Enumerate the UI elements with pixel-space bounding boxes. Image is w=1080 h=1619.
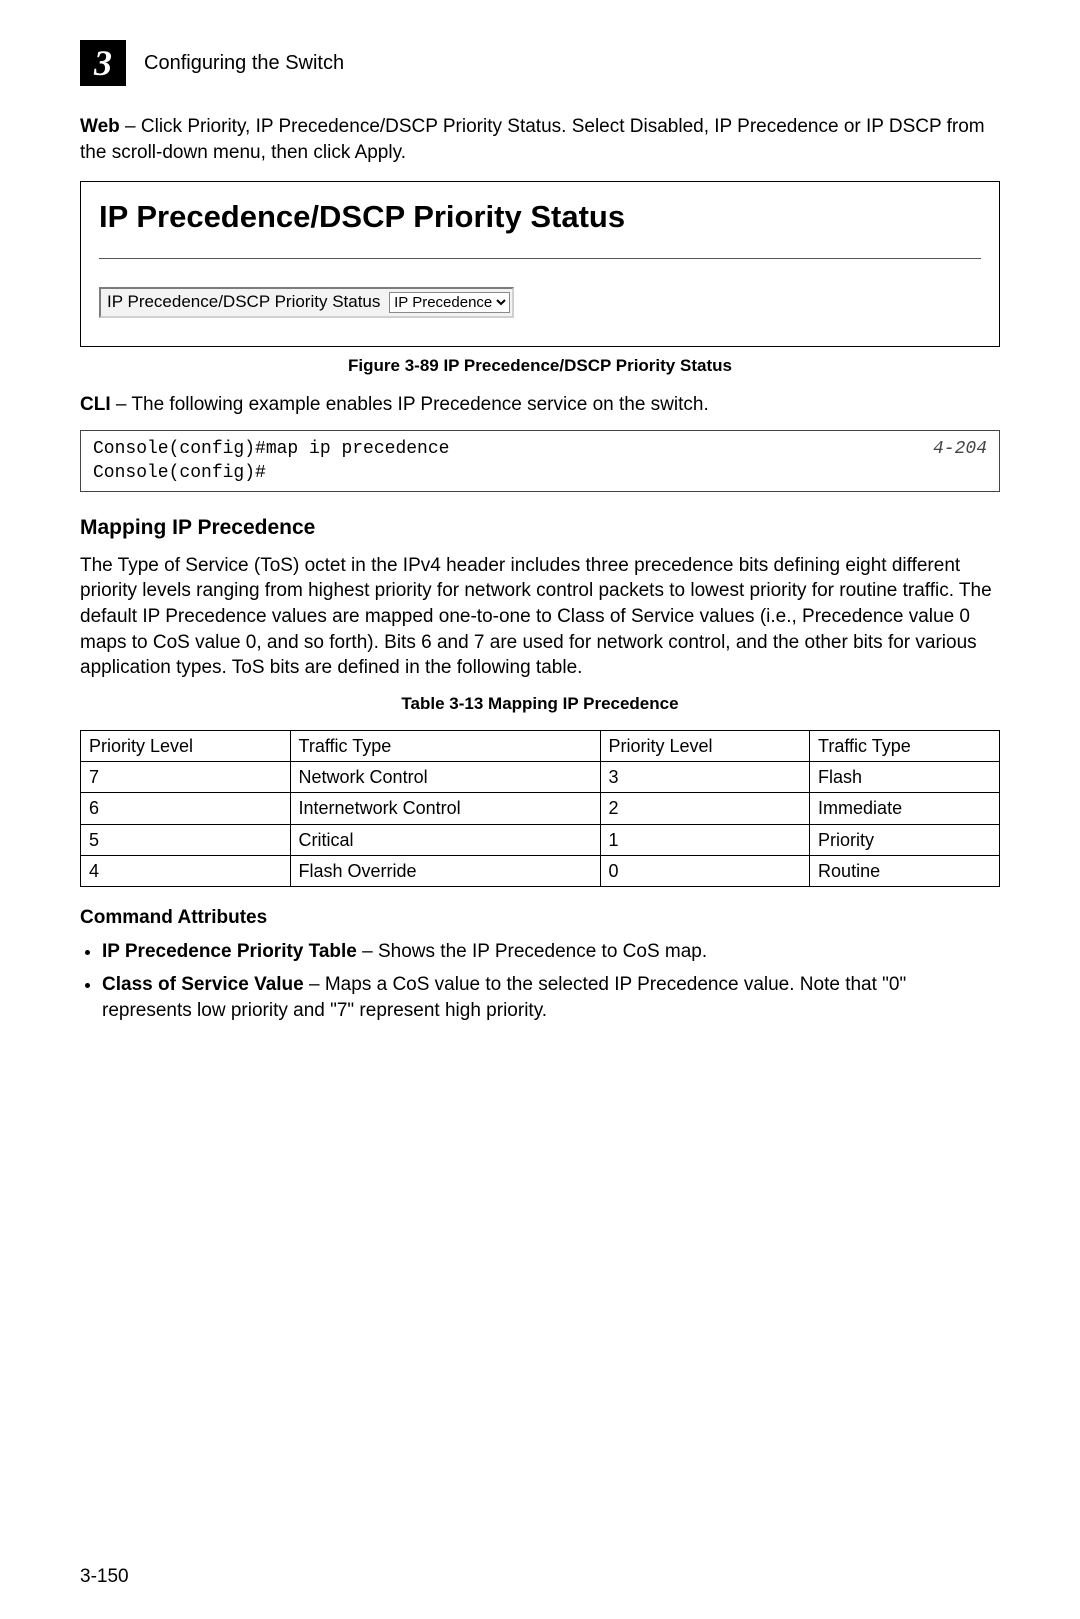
chapter-number-badge: 3: [80, 40, 126, 86]
table-cell: 3: [600, 762, 810, 793]
bullet-body: – Shows the IP Precedence to CoS map.: [357, 941, 707, 962]
page-header: 3 Configuring the Switch: [80, 40, 1000, 86]
table-cell: 2: [600, 793, 810, 824]
command-attributes-list: IP Precedence Priority Table – Shows the…: [102, 939, 1000, 1024]
list-item: Class of Service Value – Maps a CoS valu…: [102, 972, 1000, 1023]
web-lead: Web: [80, 116, 120, 137]
table-header-cell: Priority Level: [600, 730, 810, 761]
table-row: 6Internetwork Control2Immediate: [81, 793, 1000, 824]
table-cell: Network Control: [290, 762, 600, 793]
cli-ref: 4-204: [933, 437, 987, 486]
cli-intro-paragraph: CLI – The following example enables IP P…: [80, 392, 1000, 418]
table-cell: Internetwork Control: [290, 793, 600, 824]
figure-caption: Figure 3-89 IP Precedence/DSCP Priority …: [80, 355, 1000, 378]
command-attributes-title: Command Attributes: [80, 905, 1000, 931]
table-cell: Routine: [810, 855, 1000, 886]
status-widget: IP Precedence/DSCP Priority Status Disab…: [99, 287, 514, 318]
screenshot-frame: IP Precedence/DSCP Priority Status IP Pr…: [80, 181, 1000, 347]
table-header-row: Priority LevelTraffic TypePriority Level…: [81, 730, 1000, 761]
list-item: IP Precedence Priority Table – Shows the…: [102, 939, 1000, 965]
cli-lines: Console(config)#map ip precedence Consol…: [93, 437, 449, 486]
table-header-cell: Traffic Type: [810, 730, 1000, 761]
table-cell: 1: [600, 824, 810, 855]
table-cell: 5: [81, 824, 291, 855]
cli-lead: CLI: [80, 394, 111, 415]
table-caption: Table 3-13 Mapping IP Precedence: [80, 693, 1000, 716]
screenshot-title: IP Precedence/DSCP Priority Status: [99, 196, 981, 238]
table-cell: 6: [81, 793, 291, 824]
table-header-cell: Priority Level: [81, 730, 291, 761]
table-cell: Critical: [290, 824, 600, 855]
page-number: 3-150: [80, 1564, 1000, 1590]
table-cell: Flash Override: [290, 855, 600, 886]
table-row: 4Flash Override0Routine: [81, 855, 1000, 886]
precedence-table: Priority LevelTraffic TypePriority Level…: [80, 730, 1000, 887]
table-cell: 4: [81, 855, 291, 886]
table-cell: Flash: [810, 762, 1000, 793]
cli-body: – The following example enables IP Prece…: [111, 394, 709, 415]
table-cell: Priority: [810, 824, 1000, 855]
table-header-cell: Traffic Type: [290, 730, 600, 761]
cli-box: Console(config)#map ip precedence Consol…: [80, 430, 1000, 493]
table-row: 5Critical1Priority: [81, 824, 1000, 855]
screenshot-divider: [99, 258, 981, 259]
section-title: Mapping IP Precedence: [80, 514, 1000, 542]
table-cell: Immediate: [810, 793, 1000, 824]
bullet-lead: Class of Service Value: [102, 974, 304, 995]
section-body: The Type of Service (ToS) octet in the I…: [80, 553, 1000, 681]
web-body: – Click Priority, IP Precedence/DSCP Pri…: [80, 116, 985, 163]
table-cell: 0: [600, 855, 810, 886]
bullet-lead: IP Precedence Priority Table: [102, 941, 357, 962]
status-label: IP Precedence/DSCP Priority Status: [103, 290, 384, 313]
web-intro-paragraph: Web – Click Priority, IP Precedence/DSCP…: [80, 114, 1000, 165]
status-select[interactable]: DisabledIP PrecedenceIP DSCP: [389, 292, 510, 313]
chapter-title: Configuring the Switch: [144, 50, 344, 77]
table-row: 7Network Control3Flash: [81, 762, 1000, 793]
table-cell: 7: [81, 762, 291, 793]
